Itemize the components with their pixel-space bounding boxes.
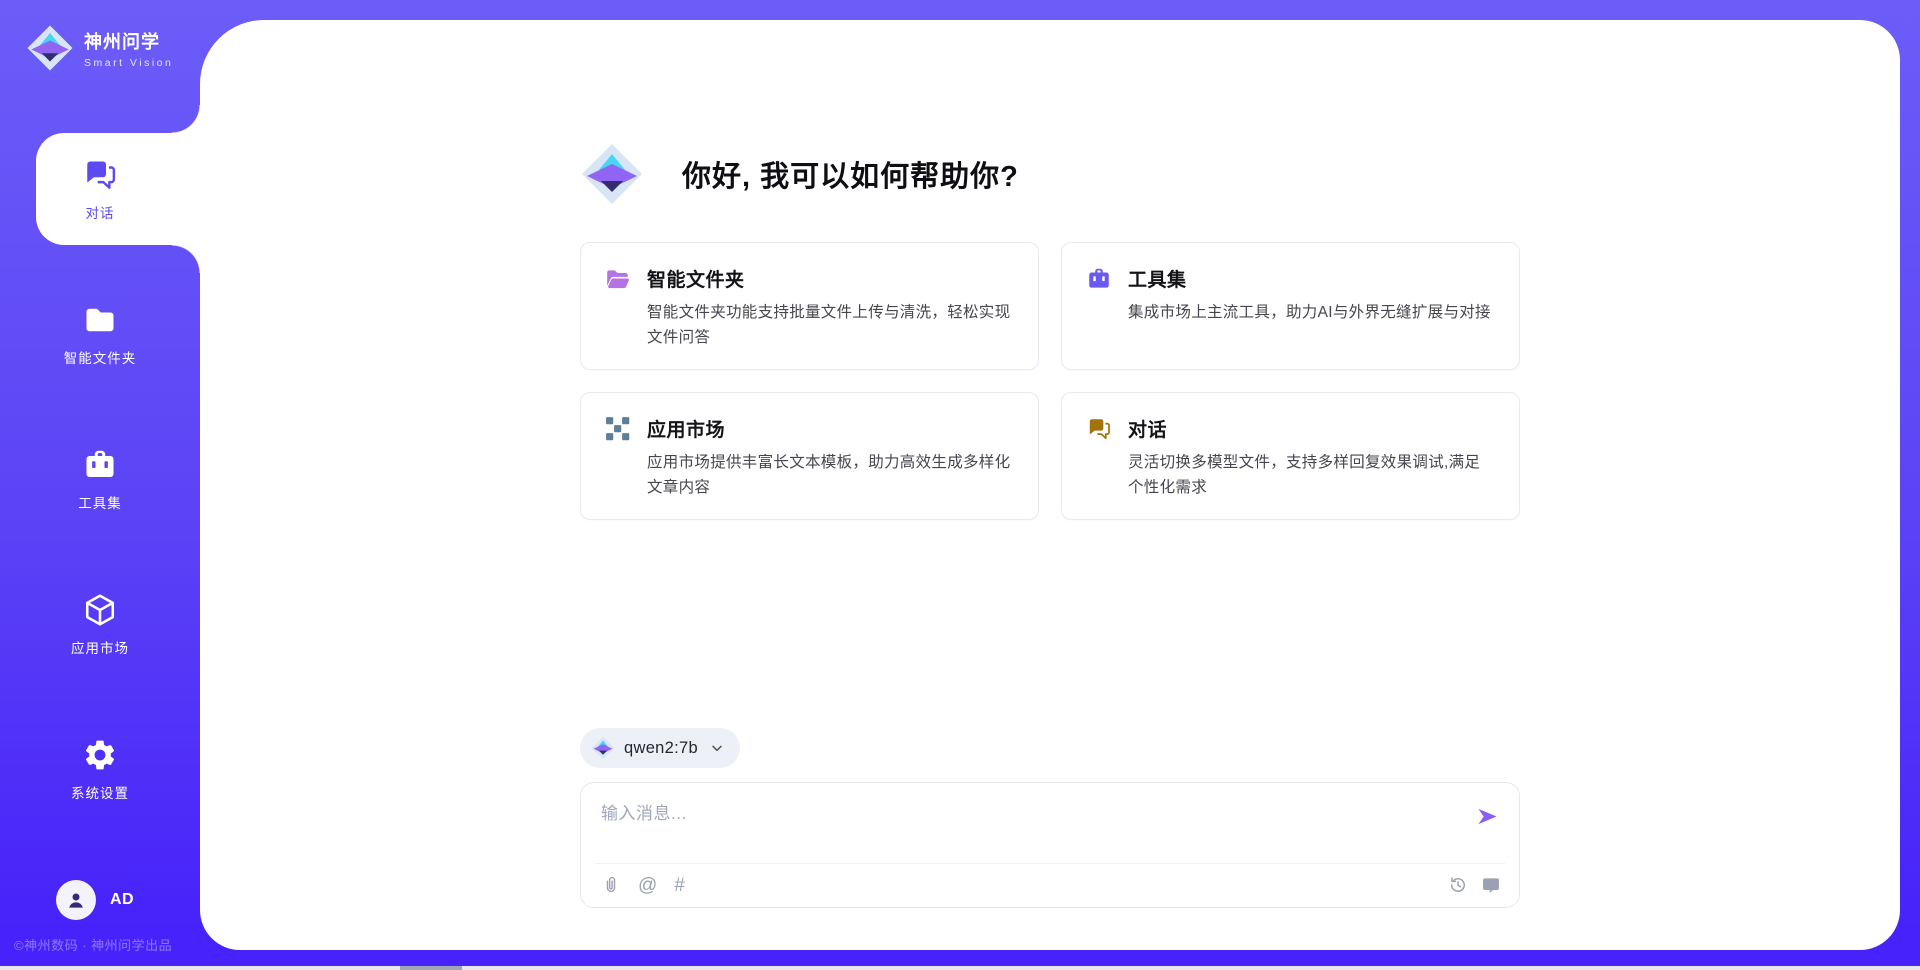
sidebar-item-label: 工具集: [78, 492, 122, 512]
sidebar-item-settings[interactable]: 系统设置: [0, 713, 200, 825]
brand-name: 神州问学: [84, 28, 173, 54]
chevron-down-icon: [709, 740, 725, 756]
pill-corner-bottom: [172, 245, 200, 273]
sidebar-nav: 对话 智能文件夹 工具集 应用市场 系统设置: [0, 133, 200, 825]
horizontal-scrollbar[interactable]: [0, 966, 1920, 970]
card-description: 集成市场上主流工具，助力AI与外界无缝扩展与对接: [1128, 301, 1495, 326]
main-panel: 你好, 我可以如何帮助你? 智能文件夹 智能文件夹功能支持批量文件上传与清洗，轻…: [200, 20, 1900, 950]
app-logo-icon: [580, 142, 644, 206]
sidebar-item-chat[interactable]: 对话: [0, 133, 200, 245]
card-description: 智能文件夹功能支持批量文件上传与清洗，轻松实现文件问答: [647, 301, 1014, 351]
greeting-block: 你好, 我可以如何帮助你?: [580, 20, 1520, 206]
card-title: 对话: [1128, 415, 1167, 442]
card-app-market[interactable]: 应用市场 应用市场提供丰富长文本模板，助力高效生成多样化文章内容: [580, 392, 1039, 520]
card-title: 工具集: [1128, 265, 1187, 292]
card-title: 智能文件夹: [647, 265, 745, 292]
model-logo-icon: [591, 736, 615, 760]
sidebar-item-app-market[interactable]: 应用市场: [0, 568, 200, 680]
mention-button[interactable]: @: [638, 876, 657, 895]
user-initials: AD: [110, 891, 134, 909]
brand-subtitle: Smart Vision: [84, 57, 173, 69]
model-selector[interactable]: qwen2:7b: [580, 728, 740, 768]
card-description: 灵活切换多模型文件，支持多样回复效果调试,满足个性化需求: [1128, 451, 1495, 501]
history-button[interactable]: [1448, 875, 1468, 895]
avatar: [56, 880, 96, 920]
grid-icon: [605, 416, 631, 442]
feature-cards: 智能文件夹 智能文件夹功能支持批量文件上传与清洗，轻松实现文件问答 工具集 集成…: [580, 242, 1520, 520]
feedback-button[interactable]: [1481, 875, 1501, 895]
greeting-title: 你好, 我可以如何帮助你?: [682, 153, 1019, 195]
sidebar-item-toolset[interactable]: 工具集: [0, 423, 200, 535]
brand: 神州问学 Smart Vision: [26, 24, 173, 72]
model-name: qwen2:7b: [624, 739, 698, 758]
attach-file-button[interactable]: [601, 875, 621, 895]
message-input[interactable]: 输入消息...: [601, 799, 1474, 824]
sidebar: 神州问学 Smart Vision 对话 智能文件夹 工具集 应用市场: [0, 0, 200, 970]
toolbox-icon: [82, 447, 118, 483]
brand-logo-icon: [26, 24, 74, 72]
send-icon: [1476, 805, 1499, 828]
sidebar-item-label: 应用市场: [71, 637, 129, 657]
card-chat[interactable]: 对话 灵活切换多模型文件，支持多样回复效果调试,满足个性化需求: [1061, 392, 1520, 520]
sidebar-item-label: 智能文件夹: [64, 347, 137, 367]
send-button[interactable]: [1474, 803, 1501, 830]
message-square-icon: [1481, 875, 1501, 895]
cube-icon: [82, 592, 118, 628]
copyright-text: ©神州数码 · 神州问学出品: [14, 935, 172, 954]
folder-icon: [82, 302, 118, 338]
scrollbar-thumb[interactable]: [400, 966, 462, 970]
composer-area: qwen2:7b 输入消息...: [580, 728, 1520, 908]
sidebar-item-label: 系统设置: [71, 782, 129, 802]
card-toolset[interactable]: 工具集 集成市场上主流工具，助力AI与外界无缝扩展与对接: [1061, 242, 1520, 370]
card-smart-folder[interactable]: 智能文件夹 智能文件夹功能支持批量文件上传与清洗，轻松实现文件问答: [580, 242, 1039, 370]
open-folder-icon: [605, 266, 631, 292]
gear-icon: [82, 737, 118, 773]
pill-corner-top: [172, 105, 200, 133]
paperclip-icon: [601, 875, 621, 895]
person-icon: [64, 888, 88, 912]
user-profile[interactable]: AD: [56, 880, 134, 920]
chat-bubbles-icon: [82, 157, 118, 193]
card-title: 应用市场: [647, 415, 725, 442]
sidebar-item-smart-folder[interactable]: 智能文件夹: [0, 278, 200, 390]
hashtag-button[interactable]: #: [674, 876, 685, 895]
chat-bubbles-icon: [1086, 416, 1112, 442]
message-composer: 输入消息... @: [580, 782, 1520, 908]
card-description: 应用市场提供丰富长文本模板，助力高效生成多样化文章内容: [647, 451, 1014, 501]
history-clock-icon: [1448, 875, 1468, 895]
toolbox-icon: [1086, 266, 1112, 292]
sidebar-item-label: 对话: [86, 202, 115, 222]
